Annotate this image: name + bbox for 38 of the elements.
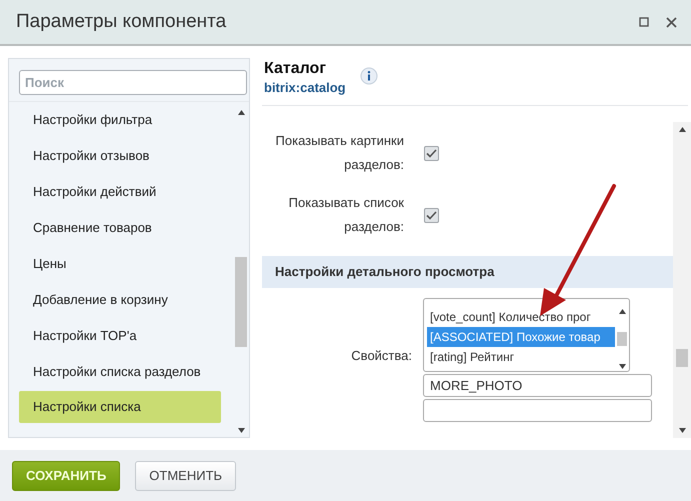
field-label: Свойства:	[350, 348, 412, 362]
sidebar-item[interactable]: Настройки отзывов	[19, 138, 221, 174]
scroll-thumb[interactable]	[676, 348, 688, 366]
checkbox[interactable]	[424, 208, 439, 222]
sidebar-item[interactable]: Цены	[19, 246, 221, 282]
setting-label: Показывать список разделов:	[288, 194, 404, 236]
sidebar-item[interactable]: Настройки списка	[19, 391, 221, 423]
info-icon[interactable]	[360, 67, 378, 85]
scrollbar[interactable]	[673, 122, 691, 438]
maximize-icon[interactable]	[639, 17, 649, 27]
sidebar-item[interactable]: Настройки фильтра	[19, 102, 221, 138]
sidebar-item[interactable]: Добавление в корзину	[19, 282, 221, 318]
sidebar-item[interactable]: Настройки TOP'а	[19, 318, 221, 354]
scroll-thumb[interactable]	[235, 256, 247, 346]
search-field[interactable]: Поиск	[19, 70, 247, 95]
scroll-down-icon[interactable]	[678, 428, 686, 433]
property-input[interactable]: MORE_PHOTO	[423, 374, 652, 397]
property-input[interactable]	[423, 399, 652, 422]
setting-label: Показывать картинки разделов:	[274, 132, 404, 174]
component-code: bitrix:catalog	[264, 80, 346, 95]
sidebar-item[interactable]: Настройки списка разделов	[19, 354, 221, 390]
listbox-option[interactable]: [vote_count] Количество прог	[427, 307, 615, 327]
sidebar-item[interactable]: Сравнение товаров	[19, 210, 221, 246]
sidebar-item[interactable]: Настройки действий	[19, 174, 221, 210]
scroll-up-icon[interactable]	[678, 127, 686, 132]
listbox-option[interactable]: [rating] Рейтинг	[427, 347, 615, 367]
scroll-down-icon[interactable]	[618, 364, 626, 369]
scroll-down-icon[interactable]	[238, 428, 244, 433]
checkbox[interactable]	[424, 146, 439, 160]
component-title: Каталог	[264, 60, 327, 78]
scroll-up-icon[interactable]	[238, 110, 244, 115]
scroll-thumb[interactable]	[617, 332, 627, 346]
window-title: Параметры компонента	[16, 11, 226, 33]
close-icon[interactable]	[666, 16, 677, 28]
scroll-up-icon[interactable]	[618, 309, 626, 314]
cancel-button[interactable]: ОТМЕНИТЬ	[135, 460, 236, 490]
property-listbox[interactable]: [vote_count] Количество прог [ASSOCIATED] Похожие товар [rating] Рейтинг	[423, 298, 630, 372]
section-header: Настройки детального просмотра	[262, 256, 673, 288]
